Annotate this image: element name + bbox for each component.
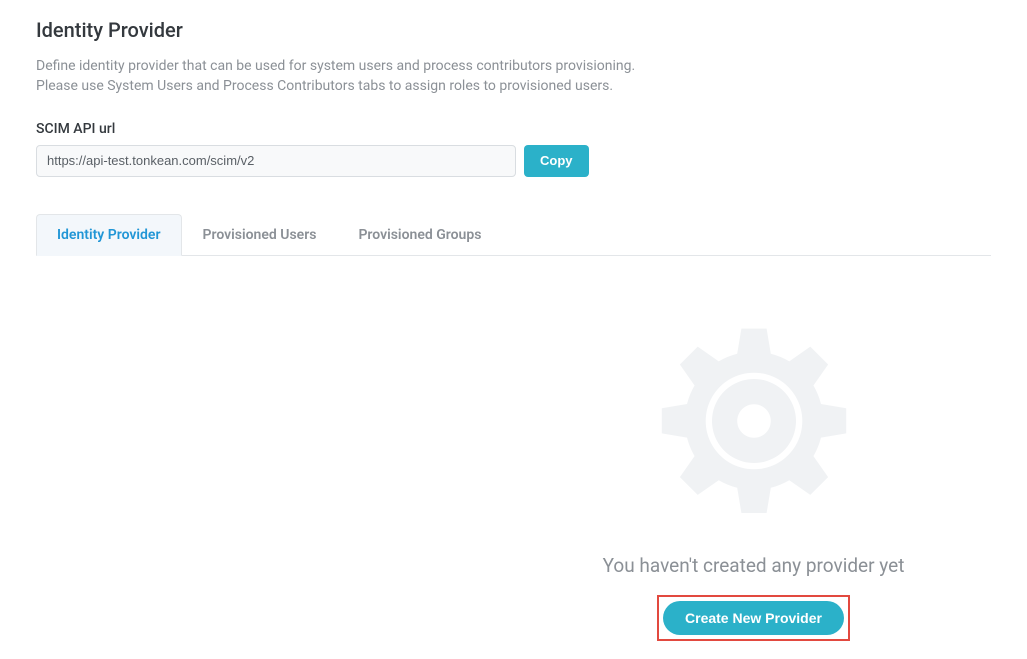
- tab-identity-provider[interactable]: Identity Provider: [36, 214, 182, 256]
- scim-url-label: SCIM API url: [36, 121, 991, 137]
- scim-url-row: Copy: [36, 145, 991, 177]
- empty-state-message: You haven't created any provider yet: [603, 554, 905, 577]
- scim-url-input[interactable]: [36, 145, 516, 177]
- page-description: Define identity provider that can be use…: [36, 56, 991, 97]
- tab-provisioned-users[interactable]: Provisioned Users: [182, 214, 338, 256]
- gear-icon: [649, 316, 859, 526]
- tab-provisioned-groups[interactable]: Provisioned Groups: [337, 214, 502, 256]
- highlight-annotation: Create New Provider: [657, 595, 850, 641]
- page-title: Identity Provider: [36, 18, 991, 42]
- tabs-container: Identity Provider Provisioned Users Prov…: [36, 213, 991, 256]
- create-new-provider-button[interactable]: Create New Provider: [663, 601, 844, 635]
- copy-button[interactable]: Copy: [524, 145, 589, 177]
- description-line-2: Please use System Users and Process Cont…: [36, 78, 613, 94]
- description-line-1: Define identity provider that can be use…: [36, 58, 635, 74]
- empty-state: You haven't created any provider yet Cre…: [474, 316, 1027, 641]
